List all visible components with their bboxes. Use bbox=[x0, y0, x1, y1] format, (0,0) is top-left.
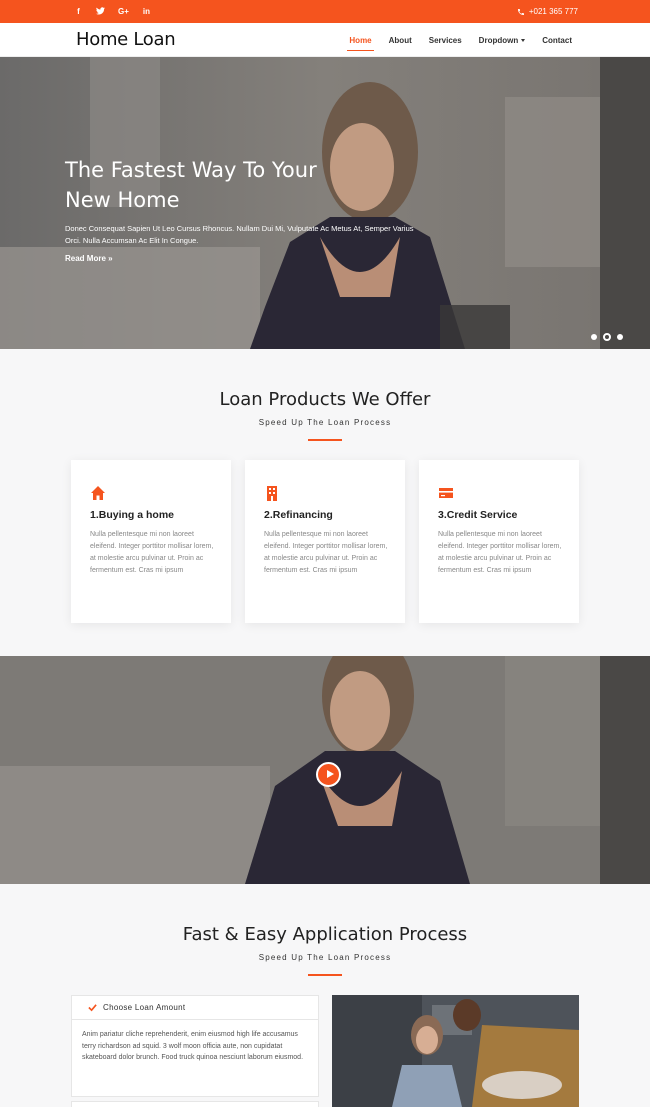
home-icon bbox=[91, 486, 105, 500]
slider-dot[interactable] bbox=[591, 334, 597, 340]
accordion-header[interactable]: Choose Loan Amount bbox=[72, 996, 318, 1020]
process-subtitle: Speed Up The Loan Process bbox=[258, 953, 392, 962]
slider-dots bbox=[591, 333, 623, 341]
card-text: Nulla pellentesque mi non laoreet eleife… bbox=[438, 531, 562, 574]
twitter-icon[interactable] bbox=[96, 6, 105, 17]
products-title: Loan Products We Offer bbox=[219, 389, 431, 410]
facebook-icon[interactable]: f bbox=[74, 7, 83, 16]
accordion-heading: Choose Loan Amount bbox=[103, 1003, 186, 1012]
social-links: f G+ in bbox=[74, 0, 151, 23]
product-card[interactable]: 3.Credit Service Nulla pellentesque mi n… bbox=[419, 460, 579, 623]
nav-dropdown[interactable]: Dropdown bbox=[479, 36, 526, 45]
read-more-link[interactable]: Read More » bbox=[65, 254, 113, 263]
brand-logo[interactable]: Home Loan bbox=[76, 29, 176, 50]
nav-contact[interactable]: Contact bbox=[542, 36, 572, 45]
hero-title: The Fastest Way To Your New Home bbox=[65, 158, 317, 212]
linkedin-icon[interactable]: in bbox=[142, 7, 151, 16]
card-title: 3.Credit Service bbox=[438, 509, 518, 521]
main-menu: Home About Services Dropdown Contact bbox=[347, 23, 572, 57]
process-title: Fast & Easy Application Process bbox=[182, 924, 468, 945]
phone-icon bbox=[517, 8, 524, 15]
google-plus-icon[interactable]: G+ bbox=[118, 7, 129, 16]
card-title: 2.Refinancing bbox=[264, 509, 333, 521]
slider-dot-active[interactable] bbox=[603, 333, 611, 341]
accordion-body: Anim pariatur cliche reprehenderit, enim… bbox=[82, 1031, 304, 1061]
card-text: Nulla pellentesque mi non laoreet eleife… bbox=[90, 531, 214, 574]
section-divider bbox=[308, 439, 342, 441]
section-divider bbox=[308, 974, 342, 976]
nav-dropdown-label: Dropdown bbox=[478, 35, 519, 45]
card-title: 1.Buying a home bbox=[90, 509, 175, 521]
video-section bbox=[0, 656, 650, 884]
slider-dot[interactable] bbox=[617, 334, 623, 340]
hero-text: Donec Consequat Sapien Ut Leo Cursus Rho… bbox=[65, 224, 414, 245]
check-icon bbox=[88, 1004, 97, 1012]
hero-slider: The Fastest Way To Your New Home Donec C… bbox=[0, 57, 650, 349]
navbar: Home Loan Home About Services Dropdown C… bbox=[0, 23, 650, 57]
products-subtitle: Speed Up The Loan Process bbox=[258, 418, 392, 427]
caret-down-icon bbox=[521, 38, 526, 42]
card-text: Nulla pellentesque mi non laoreet eleife… bbox=[264, 531, 388, 574]
accordion-panel: Choose Loan Amount Anim pariatur cliche … bbox=[71, 995, 319, 1097]
nav-about[interactable]: About bbox=[389, 36, 412, 45]
accordion-header-next[interactable] bbox=[71, 1101, 319, 1107]
play-button[interactable] bbox=[316, 762, 341, 787]
product-card[interactable]: 2.Refinancing Nulla pellentesque mi non … bbox=[245, 460, 405, 623]
nav-home[interactable]: Home bbox=[347, 36, 374, 51]
product-card[interactable]: 1.Buying a home Nulla pellentesque mi no… bbox=[71, 460, 231, 623]
nav-services[interactable]: Services bbox=[429, 36, 462, 45]
phone-contact[interactable]: +021 365 777 bbox=[517, 0, 578, 23]
credit-card-icon bbox=[439, 488, 453, 498]
top-bar: f G+ in +021 365 777 bbox=[0, 0, 650, 23]
building-icon bbox=[267, 486, 277, 501]
phone-number: +021 365 777 bbox=[528, 7, 578, 16]
meeting-photo bbox=[332, 995, 579, 1107]
